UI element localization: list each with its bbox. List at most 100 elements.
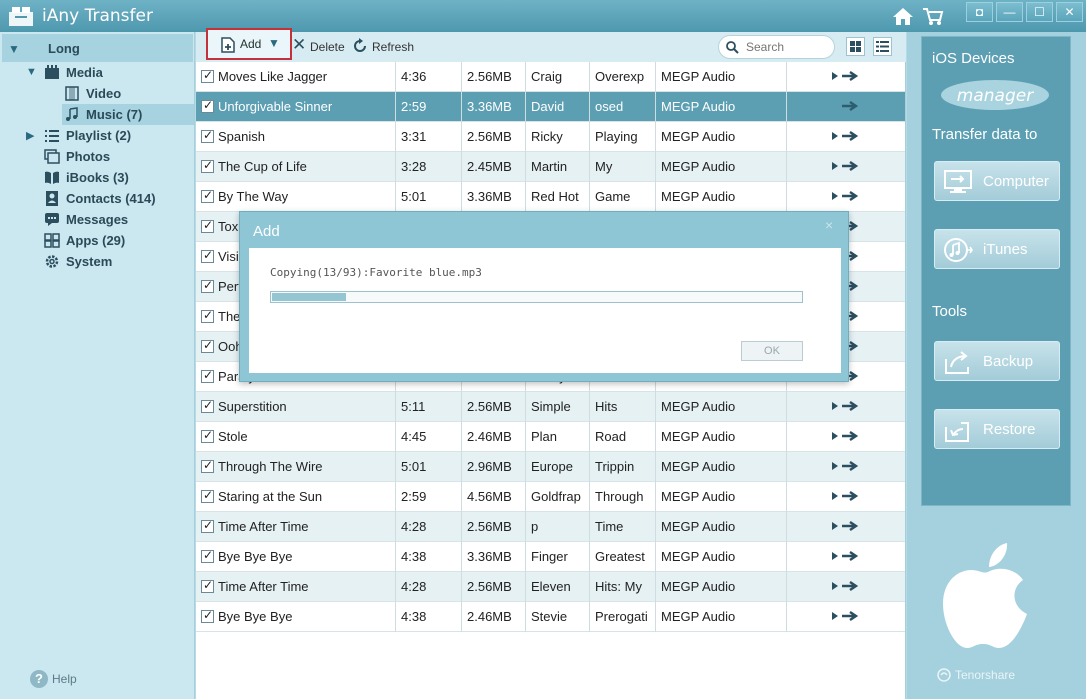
app-title: iAny Transfer [42,6,153,26]
playlist-expand-arrow-icon[interactable]: ▶ [26,129,34,142]
duration-cell: 4:38 [396,602,462,632]
toolbar: Add ▼ ✕ Delete Refresh [196,28,906,62]
export-arrow-icon[interactable] [831,130,861,142]
album-cell: Trippin [590,452,656,482]
backup-button[interactable]: Backup [934,341,1060,381]
restore-button[interactable]: Restore [934,409,1060,449]
export-to-itunes-button[interactable]: iTunes [934,229,1060,269]
export-arrow-icon[interactable] [831,460,861,472]
right-panel: iOS Devices manager Transfer data to Com… [907,32,1086,699]
artist-cell: Craig [526,62,590,92]
list-view-icon[interactable] [873,37,892,56]
export-arrow-icon[interactable] [831,70,861,82]
size-cell: 2.56MB [462,512,526,542]
song-title-cell: Superstition [196,392,396,422]
table-row[interactable]: Stole4:452.46MBPlanRoadMEGP Audio [196,422,905,452]
size-cell: 2.45MB [462,152,526,182]
home-icon[interactable] [892,6,914,26]
apple-logo-icon [943,543,1027,648]
song-title-cell: By The Way [196,182,396,212]
export-cell [787,392,905,422]
brand-label: Tenorshare [937,668,1016,682]
album-cell: My [590,152,656,182]
sidebar-item-label: Messages [66,212,129,227]
table-row[interactable]: Unforgivable Sinner2:593.36MBDavidosedME… [196,92,905,122]
device-root-item[interactable]: ▼ Long [2,34,193,62]
table-row[interactable]: Through The Wire5:012.96MBEuropeTrippinM… [196,452,905,482]
sidebar-item-label: Apps (29) [66,233,126,248]
help-icon: ? [30,670,48,688]
table-row[interactable]: Staring at the Sun2:594.56MBGoldfrapThro… [196,482,905,512]
search-input[interactable] [746,39,828,55]
table-row[interactable]: Time After Time4:282.56MBElevenHits: MyM… [196,572,905,602]
refresh-button[interactable]: Refresh [352,38,422,56]
close-window-button[interactable]: ✕ [1056,2,1083,22]
type-cell: MEGP Audio [656,602,787,632]
table-row[interactable]: Superstition5:112.56MBSimpleHitsMEGP Aud… [196,392,905,422]
table-row[interactable]: Time After Time4:282.56MBpTimeMEGP Audio [196,512,905,542]
artist-cell: Plan [526,422,590,452]
cart-icon[interactable] [922,6,944,26]
apps-icon [44,233,60,248]
search-box [718,35,835,59]
minimize-button[interactable]: — [996,2,1023,22]
artist-cell: Goldfrap [526,482,590,512]
export-arrow-icon[interactable] [831,610,861,622]
export-arrow-icon[interactable] [831,430,861,442]
expand-arrow-icon[interactable]: ▼ [8,42,20,56]
type-cell: MEGP Audio [656,122,787,152]
export-arrow-icon[interactable] [831,520,861,532]
export-cell [787,92,905,122]
export-cell [787,512,905,542]
table-row[interactable]: Bye Bye Bye4:382.46MBSteviePrerogatiMEGP… [196,602,905,632]
album-cell: Prerogati [590,602,656,632]
export-arrow-icon[interactable] [831,550,861,562]
export-arrow-icon[interactable] [831,160,861,172]
table-row[interactable]: Bye Bye Bye4:383.36MBFingerGreatestMEGP … [196,542,905,572]
duration-cell: 4:38 [396,542,462,572]
export-cell [787,422,905,452]
sidebar-item-label: Playlist (2) [66,128,132,143]
artist-cell: Europe [526,452,590,482]
table-row[interactable]: Spanish3:312.56MBRickyPlayingMEGP Audio [196,122,905,152]
export-cell [787,482,905,512]
size-cell: 2.56MB [462,572,526,602]
media-expand-arrow-icon[interactable]: ▼ [26,66,37,78]
type-cell: MEGP Audio [656,62,787,92]
song-title-cell: Bye Bye Bye [196,542,396,572]
export-arrow-icon[interactable] [831,100,861,112]
add-button[interactable]: Add ▼ [206,28,292,60]
grid-view-icon[interactable] [846,37,865,56]
restore-window-button[interactable]: ◘ [966,2,993,22]
size-cell: 3.36MB [462,92,526,122]
export-arrow-icon[interactable] [831,400,861,412]
duration-cell: 5:01 [396,182,462,212]
table-row[interactable]: By The Way5:013.36MBRed HotGameMEGP Audi… [196,182,905,212]
sidebar-item-label: Contacts (414) [66,191,156,206]
export-cell [787,602,905,632]
export-cell [787,572,905,602]
computer-button-label: Computer [983,173,1049,190]
delete-button-label: Delete [310,40,345,54]
export-arrow-icon[interactable] [831,490,861,502]
refresh-icon [354,38,366,52]
export-arrow-icon[interactable] [831,190,861,202]
refresh-button-label: Refresh [372,40,415,54]
size-cell: 2.56MB [462,62,526,92]
export-arrow-icon[interactable] [831,580,861,592]
transfer-section-label: Transfer data to [932,126,1038,143]
table-row[interactable]: Moves Like Jagger4:362.56MBCraigOverexpM… [196,62,905,92]
type-cell: MEGP Audio [656,422,787,452]
maximize-button[interactable]: ☐ [1026,2,1053,22]
chevron-down-icon[interactable]: ▼ [268,36,280,50]
add-button-label: Add [240,37,262,51]
ok-button[interactable]: OK [741,341,803,361]
manager-logo-text: manager [957,86,1034,106]
album-cell: Hits [590,392,656,422]
ibooks-icon [45,171,59,184]
export-to-computer-button[interactable]: Computer [934,161,1060,201]
close-icon[interactable]: × [825,217,833,233]
brand-text: Tenorshare [955,668,1016,682]
table-row[interactable]: The Cup of Life3:282.45MBMartinMyMEGP Au… [196,152,905,182]
video-icon [65,86,79,101]
